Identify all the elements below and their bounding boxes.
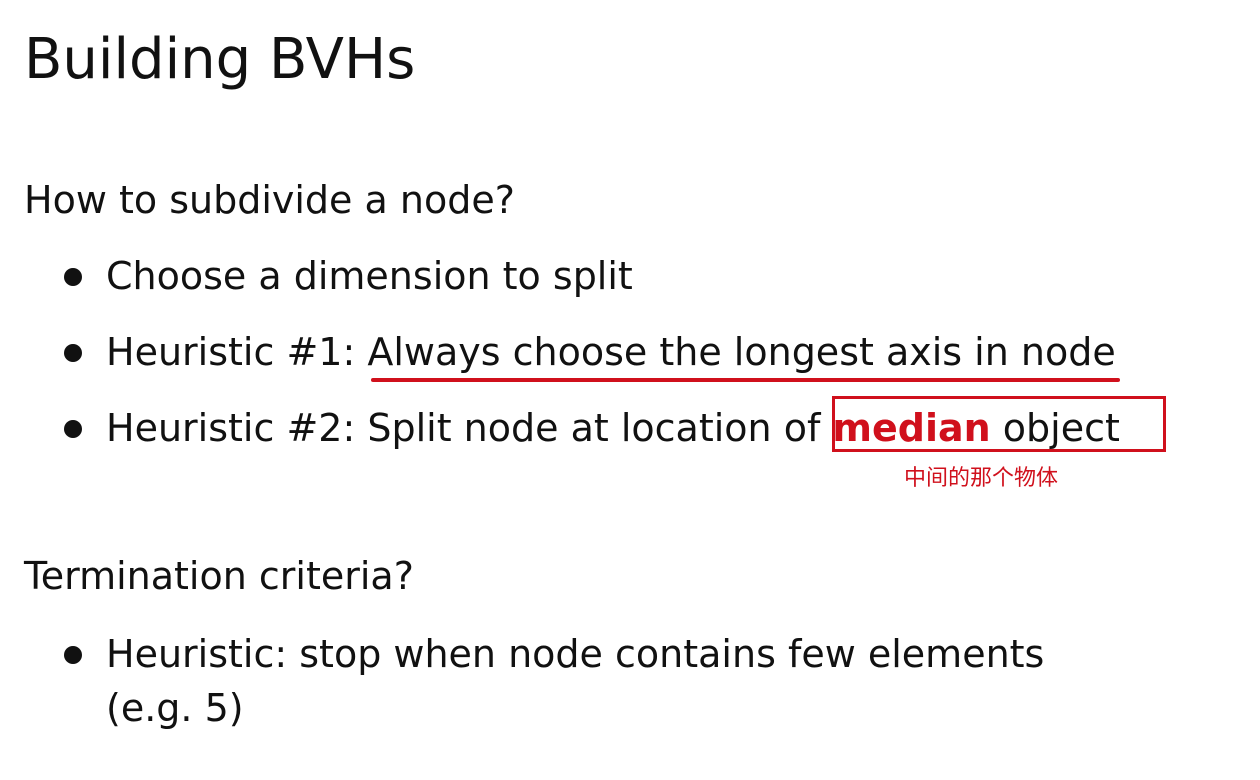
bullet-icon bbox=[64, 646, 82, 664]
termination-heading: Termination criteria? bbox=[24, 554, 414, 598]
termination-continuation: (e.g. 5) bbox=[106, 686, 244, 730]
bullet-icon bbox=[64, 268, 82, 286]
red-box-annotation bbox=[832, 396, 1166, 452]
bullet-text: Heuristic #1: Always choose the longest … bbox=[106, 328, 1120, 382]
heuristic-2-prefix: Heuristic #2: Split node at location of bbox=[106, 406, 833, 450]
subdivide-heading: How to subdivide a node? bbox=[24, 178, 515, 222]
underlined-phrase: Always choose the longest axis in node bbox=[367, 328, 1120, 382]
slide-title: Building BVHs bbox=[24, 27, 416, 92]
heuristic-1-prefix: Heuristic #1: bbox=[106, 330, 368, 374]
handwritten-annotation: 中间的那个物体 bbox=[904, 466, 1059, 491]
bullet-icon bbox=[64, 344, 82, 362]
longest-axis-text: Always choose the longest axis in node bbox=[367, 330, 1116, 374]
bullet-icon bbox=[64, 420, 82, 438]
red-underline-annotation bbox=[371, 378, 1120, 382]
bullet-text: Choose a dimension to split bbox=[106, 254, 633, 298]
bullet-text: Heuristic: stop when node contains few e… bbox=[106, 632, 1045, 676]
